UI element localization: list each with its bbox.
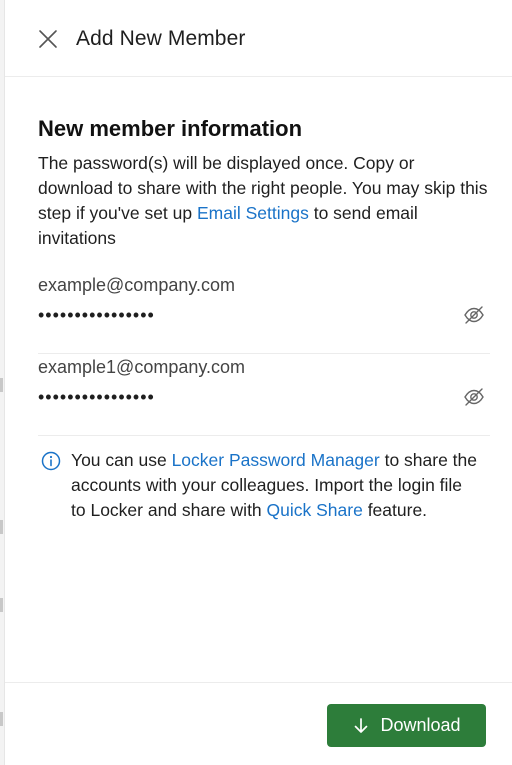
member-entry: example@company.com •••••••••••••••• [38, 272, 490, 354]
arrow-down-icon [355, 717, 368, 733]
toggle-password-visibility-button[interactable] [462, 385, 486, 409]
panel-footer: Download [5, 682, 512, 765]
eye-hidden-icon [464, 306, 484, 324]
member-list: example@company.com •••••••••••••••• exa… [38, 272, 490, 436]
member-password: •••••••••••••••• [38, 387, 155, 407]
add-member-panel: Add New Member New member information Th… [4, 0, 512, 765]
download-button[interactable]: Download [327, 704, 486, 747]
member-password: •••••••••••••••• [38, 305, 155, 325]
member-info-section: New member information The password(s) w… [38, 116, 488, 251]
download-label: Download [380, 715, 461, 735]
info-icon [41, 451, 61, 471]
section-heading: New member information [38, 116, 303, 141]
panel-header: Add New Member [5, 0, 512, 77]
locker-password-manager-link[interactable]: Locker Password Manager [172, 450, 380, 470]
edge-mark [0, 598, 3, 612]
member-email: example@company.com [38, 275, 236, 295]
member-entry: example1@company.com •••••••••••••••• [38, 354, 490, 436]
member-email: example1@company.com [38, 357, 246, 377]
edge-mark [0, 712, 3, 726]
section-description: The password(s) will be displayed once. … [38, 151, 488, 251]
tip-text-part: feature. [362, 500, 428, 520]
quick-share-link[interactable]: Quick Share [267, 500, 363, 520]
tip-text: You can use Locker Password Manager to s… [71, 448, 481, 523]
toggle-password-visibility-button[interactable] [462, 303, 486, 327]
close-button[interactable] [35, 26, 61, 52]
tip-text-part: You can use [71, 450, 172, 470]
edge-mark [0, 520, 3, 534]
eye-hidden-icon [464, 388, 484, 406]
close-icon [39, 30, 57, 48]
email-settings-link[interactable]: Email Settings [197, 203, 309, 223]
panel-title: Add New Member [76, 27, 246, 50]
edge-mark [0, 378, 3, 392]
